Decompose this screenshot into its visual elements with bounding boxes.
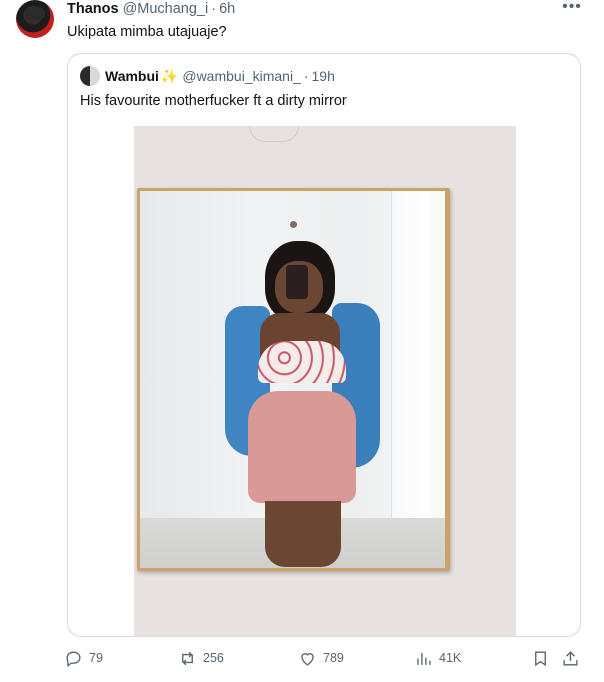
author-avatar[interactable] bbox=[16, 0, 54, 38]
quoted-header: Wambui ✨ @wambui_kimani_ · 19h bbox=[80, 66, 335, 86]
wall-fixture bbox=[249, 126, 299, 142]
tweet-text: Ukipata mimba utajuaje? bbox=[67, 24, 227, 40]
floral-top bbox=[258, 341, 346, 383]
tweet[interactable]: Thanos @Muchang_i · 6h ••• Ukipata mimba… bbox=[0, 0, 604, 682]
like-icon bbox=[301, 652, 314, 666]
action-bar: 79 256 789 41K bbox=[64, 648, 588, 668]
retweet-count: 256 bbox=[203, 651, 224, 665]
reply-count: 79 bbox=[89, 651, 103, 665]
retweet-button[interactable]: 256 bbox=[178, 648, 224, 668]
author-name[interactable]: Thanos bbox=[67, 1, 119, 17]
like-button[interactable]: 789 bbox=[298, 648, 344, 668]
quoted-avatar[interactable] bbox=[80, 66, 100, 86]
person-figure bbox=[220, 241, 385, 568]
retweet-icon bbox=[182, 651, 193, 665]
sparkle-icon: ✨ bbox=[160, 67, 179, 84]
bookmark-icon bbox=[535, 650, 546, 666]
mirror bbox=[140, 191, 445, 568]
bookmark-button[interactable] bbox=[531, 648, 556, 668]
more-horizontal-icon[interactable]: ••• bbox=[560, 0, 584, 18]
quoted-time[interactable]: 19h bbox=[312, 68, 335, 84]
views-button[interactable]: 41K bbox=[414, 648, 461, 668]
quoted-tweet[interactable]: Wambui ✨ @wambui_kimani_ · 19h His favou… bbox=[67, 53, 581, 637]
reply-icon bbox=[66, 650, 81, 667]
phone bbox=[286, 265, 308, 299]
separator-dot: · bbox=[303, 68, 309, 84]
tweet-time[interactable]: 6h bbox=[219, 1, 235, 17]
legs bbox=[265, 501, 341, 567]
views-icon bbox=[417, 652, 431, 665]
tweet-header: Thanos @Muchang_i · 6h bbox=[67, 0, 235, 18]
author-handle[interactable]: @Muchang_i bbox=[123, 1, 209, 17]
quoted-text: His favourite motherfucker ft a dirty mi… bbox=[80, 93, 347, 109]
views-count: 41K bbox=[439, 651, 462, 665]
quoted-author-handle[interactable]: @wambui_kimani_ bbox=[182, 68, 300, 84]
share-icon bbox=[563, 650, 578, 666]
quoted-photo[interactable] bbox=[134, 126, 516, 636]
pink-skirt bbox=[248, 391, 356, 503]
like-count: 789 bbox=[323, 651, 344, 665]
mirror-hook bbox=[290, 221, 297, 228]
reply-button[interactable]: 79 bbox=[64, 648, 103, 668]
quoted-author-name[interactable]: Wambui bbox=[105, 68, 159, 84]
mirror-reflection-window bbox=[391, 191, 431, 568]
separator-dot: · bbox=[211, 1, 217, 17]
share-button[interactable] bbox=[561, 648, 586, 668]
